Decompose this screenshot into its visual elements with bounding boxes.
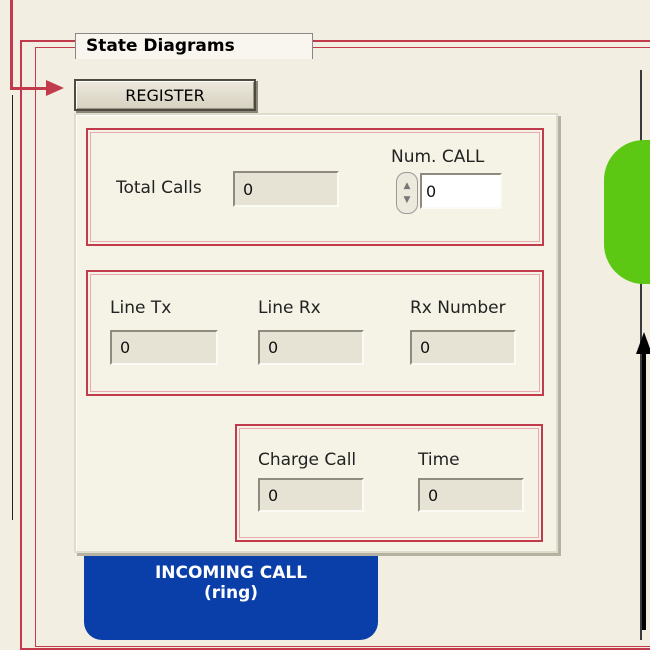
charge-call-indicator: 0 [258, 478, 364, 512]
line-rx-indicator: 0 [258, 330, 364, 365]
incoming-call-line1: INCOMING CALL [154, 563, 308, 583]
register-button[interactable]: REGISTER [74, 79, 256, 111]
charge-call-label: Charge Call [258, 450, 357, 470]
rx-number-label: Rx Number [410, 298, 506, 318]
incoming-call-line2: (ring) [203, 583, 259, 603]
spinner-down-icon[interactable]: ▼ [404, 193, 411, 207]
num-call-label: Num. CALL [391, 147, 485, 167]
time-label: Time [418, 450, 460, 470]
connector-line-vertical [10, 0, 13, 90]
total-calls-label: Total Calls [116, 178, 202, 198]
arrow-up-icon [636, 332, 650, 354]
incoming-call-state: INCOMING CALL (ring) [84, 545, 378, 640]
line-tx-label: Line Tx [110, 298, 172, 318]
left-edge-line [12, 95, 13, 520]
line-rx-label: Line Rx [258, 298, 321, 318]
tab-state-diagrams[interactable]: State Diagrams [75, 33, 313, 59]
register-button-label: REGISTER [125, 85, 205, 105]
num-call-input[interactable]: 0 [420, 173, 502, 209]
num-call-spinner-icon[interactable]: ▲ ▼ [396, 172, 418, 214]
transition-arrow-line [642, 350, 646, 630]
total-calls-indicator: 0 [233, 171, 339, 207]
time-indicator: 0 [418, 478, 524, 512]
rx-number-indicator: 0 [410, 330, 516, 365]
green-state-node [604, 140, 650, 284]
line-tx-indicator: 0 [110, 330, 218, 365]
spinner-up-icon[interactable]: ▲ [404, 179, 411, 193]
